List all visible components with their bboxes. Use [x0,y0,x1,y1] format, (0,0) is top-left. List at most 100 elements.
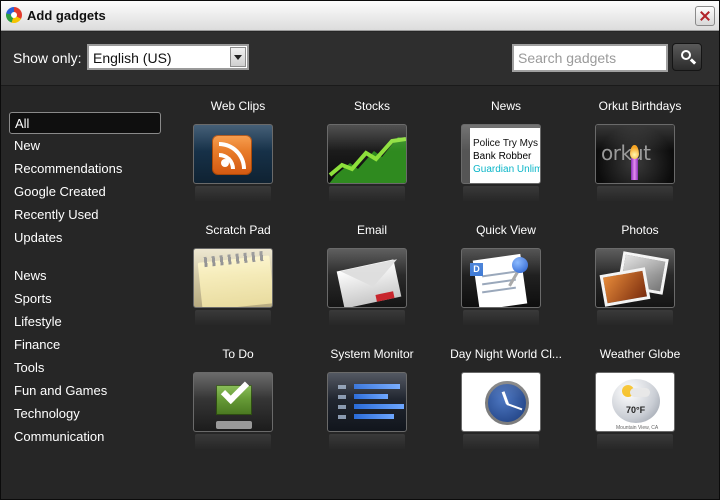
gadget-scratch-pad[interactable]: Scratch Pad [171,211,305,331]
thumb-reflection [597,310,673,326]
notepad-icon[interactable] [193,248,273,308]
gadget-system-monitor[interactable]: System Monitor [305,335,439,455]
category-updates[interactable]: Updates [9,227,161,249]
category-communication[interactable]: Communication [9,426,161,448]
newspaper-icon[interactable]: Police Try Mys Bank Robber Guardian Unli… [461,124,541,184]
thumb-reflection [597,434,673,450]
gadget-orkut-birthdays[interactable]: Orkut Birthdays orkut [573,87,707,207]
title-bar: Add gadgets [1,1,719,31]
globe-location: Mountain View, CA [616,425,659,431]
orkut-candle-icon[interactable]: orkut [595,124,675,184]
monitor-bar [354,384,400,389]
category-google-created[interactable]: Google Created [9,181,161,203]
gadget-name: To Do [222,347,254,361]
gadget-name: Day Night World Cl... [450,347,562,361]
envelope-icon[interactable] [327,248,407,308]
category-all[interactable]: All [9,112,161,134]
gadget-email[interactable]: Email [305,211,439,331]
stock-chart-graphic [328,137,406,183]
category-technology[interactable]: Technology [9,403,161,425]
pad-rings [203,250,265,268]
gadget-name: Stocks [353,99,390,113]
monitor-bar [354,414,394,419]
thumb-reflection [463,434,539,450]
gadget-news[interactable]: News Police Try Mys Bank Robber Guardian… [439,87,573,207]
category-lifestyle[interactable]: Lifestyle [9,311,161,333]
document-pin-icon[interactable]: D [461,248,541,308]
category-sports[interactable]: Sports [9,288,161,310]
world-clock-icon[interactable] [461,372,541,432]
gadget-quick-view[interactable]: Quick View D [439,211,573,331]
system-bars-icon[interactable] [327,372,407,432]
gadget-name: Email [356,223,387,237]
news-headline: Police Try Mys [473,138,539,149]
search-icon [681,50,691,60]
monitor-dot [338,385,346,389]
flame-icon [630,145,639,159]
sun-icon [622,385,634,397]
photos-icon[interactable] [595,248,675,308]
thumb-reflection [195,434,271,450]
todo-bar [216,421,252,429]
window-title: Add gadgets [27,8,106,23]
gadget-weather-globe[interactable]: Weather Globe 70°F Mountain View, CA [573,335,707,455]
language-select[interactable]: English (US) [87,44,249,70]
gadget-name: Orkut Birthdays [598,99,682,113]
gadget-name: Web Clips [210,99,266,113]
checkbox-icon[interactable] [193,372,273,432]
category-recommendations[interactable]: Recommendations [9,158,161,180]
category-new[interactable]: New [9,135,161,157]
pushpin-icon [512,257,528,273]
gadget-web-clips[interactable]: Web Clips [171,87,305,207]
stock-chart-icon[interactable] [327,124,407,184]
rss-tile [212,135,252,175]
thumb-reflection [329,434,405,450]
news-preview: Police Try Mys Bank Robber Guardian Unli… [470,128,541,183]
gadget-day-night-world-clock[interactable]: Day Night World Cl... [439,335,573,455]
orkut-logo: orkut [601,141,651,165]
toolbar: Show only: English (US) [1,32,719,86]
globe-temperature: 70°F [626,405,646,415]
category-news[interactable]: News [9,265,161,287]
rss-wave [219,142,246,169]
globe-sphere [612,379,660,423]
category-sidebar: All New Recommendations Google Created R… [1,87,171,497]
news-source: Guardian Unlim [473,164,541,175]
cloud-icon [630,388,650,397]
monitor-bar [354,394,388,399]
gadget-to-do[interactable]: To Do [171,335,305,455]
thumb-reflection [195,310,271,326]
gadget-photos[interactable]: Photos [573,211,707,331]
gadget-name: Scratch Pad [205,223,271,237]
weather-globe-icon[interactable]: 70°F Mountain View, CA [595,372,675,432]
gadget-name: Photos [621,223,659,237]
thumb-reflection [463,310,539,326]
chevron-down-icon[interactable] [230,47,246,67]
gadget-name: News [490,99,521,113]
gadget-stocks[interactable]: Stocks [305,87,439,207]
search-button[interactable] [672,43,702,71]
category-fun-and-games[interactable]: Fun and Games [9,380,161,402]
category-tools[interactable]: Tools [9,357,161,379]
thumb-reflection [329,310,405,326]
search-input[interactable] [512,44,668,72]
gadget-name: System Monitor [330,347,414,361]
category-finance[interactable]: Finance [9,334,161,356]
search-icon-handle [689,58,697,65]
show-only-label: Show only: [13,50,82,66]
category-recently-used[interactable]: Recently Used [9,204,161,226]
photo-print [599,267,651,307]
pad-paper [197,255,272,307]
google-desktop-icon [6,7,22,23]
gadget-grid: Web Clips Stocks News Police Try Mys Ban… [171,87,719,497]
monitor-dot [338,395,346,399]
language-select-value: English (US) [93,50,172,66]
quick-view-badge: D [470,263,483,276]
candle-icon [631,158,638,180]
thumb-reflection [597,186,673,202]
thumb-reflection [195,186,271,202]
rss-icon[interactable] [193,124,273,184]
news-headline: Bank Robber [473,151,532,162]
thumb-reflection [463,186,539,202]
close-button[interactable] [695,6,715,26]
